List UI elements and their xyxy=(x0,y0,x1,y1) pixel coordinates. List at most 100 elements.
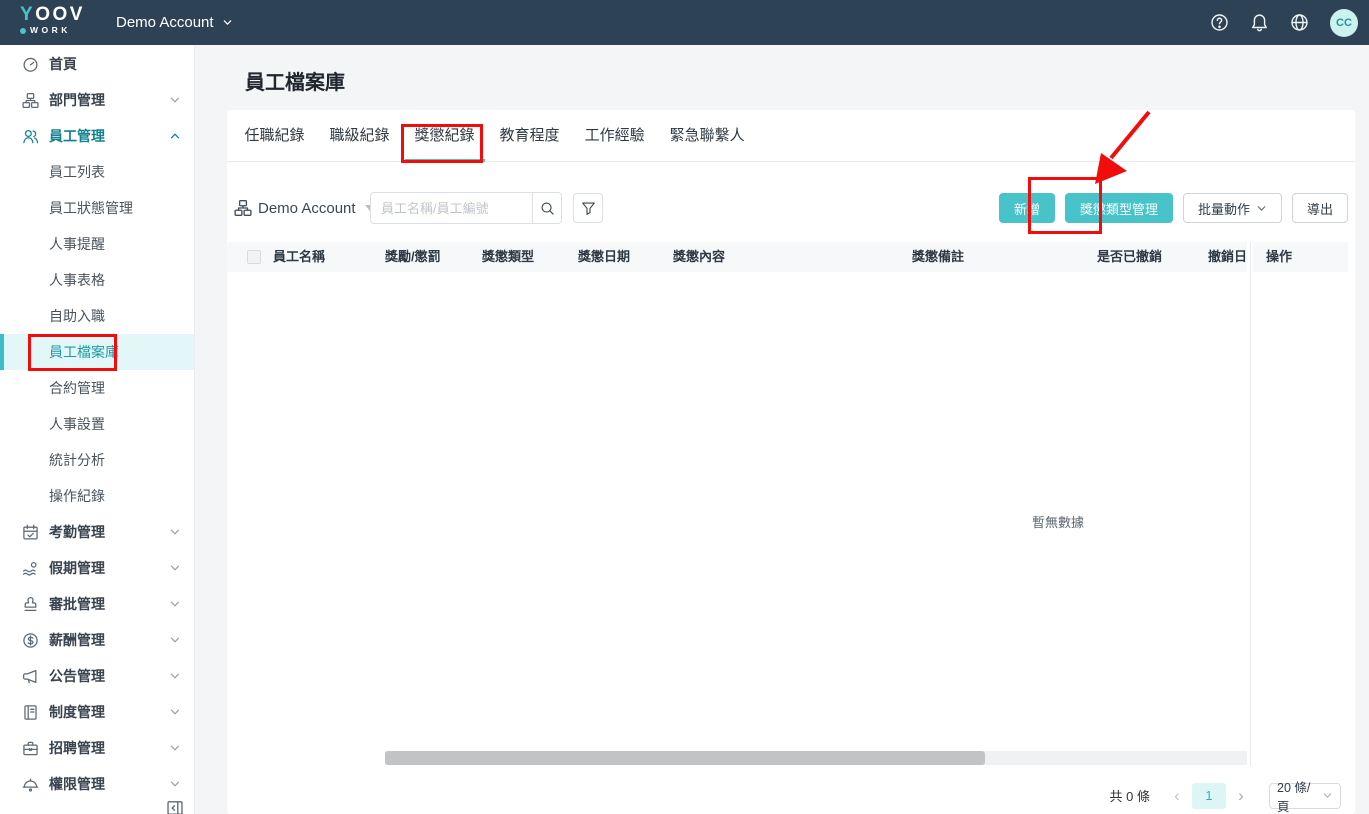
sidebar-item-home[interactable]: 首頁 xyxy=(0,46,194,82)
tab-education-level[interactable]: 教育程度 xyxy=(490,110,570,161)
help-glyph xyxy=(1210,13,1229,32)
batch-actions-button[interactable]: 批量動作 xyxy=(1183,193,1282,223)
chevron-down-icon xyxy=(169,94,181,106)
stamp-icon xyxy=(22,596,39,613)
content-card: 任職紀錄職級紀錄獎懲紀錄教育程度工作經驗緊急聯繫人 Demo Account 新… xyxy=(227,110,1355,814)
toolbar: Demo Account 新增 獎懲類型管理 批量動作 導出 xyxy=(227,190,1355,226)
tab-bar: 任職紀錄職級紀錄獎懲紀錄教育程度工作經驗緊急聯繫人 xyxy=(227,110,1355,162)
calendar-icon xyxy=(22,524,39,541)
sidebar-item-label: 薪酬管理 xyxy=(49,630,105,650)
sidebar-item-leave-management[interactable]: 假期管理 xyxy=(0,550,194,586)
column-header: 操作 xyxy=(1266,242,1292,272)
account-switcher[interactable]: Demo Account xyxy=(116,0,233,45)
sidebar-item-label: 權限管理 xyxy=(49,774,105,794)
yoov-work-logo: YOOV WORK xyxy=(20,5,85,36)
column-header: 獎懲類型 xyxy=(482,242,534,272)
sidebar-item-recruitment-management[interactable]: 招聘管理 xyxy=(0,730,194,766)
sidebar-item-label: 操作紀錄 xyxy=(49,486,105,506)
sidebar-item-employee-management[interactable]: 員工管理 xyxy=(0,118,194,154)
scope-selector[interactable]: Demo Account xyxy=(234,190,375,226)
prev-page-button[interactable]: ‹ xyxy=(1166,783,1188,808)
helmet-icon xyxy=(22,776,39,793)
sidebar-item-approval-management[interactable]: 審批管理 xyxy=(0,586,194,622)
tab-tenure-record[interactable]: 任職紀錄 xyxy=(235,110,315,161)
sidebar-item-payroll-management[interactable]: 薪酬管理 xyxy=(0,622,194,658)
sidebar-item-employee-status-management[interactable]: 員工狀態管理 xyxy=(0,190,194,226)
search-icon xyxy=(540,201,555,216)
tab-grade-record[interactable]: 職級紀錄 xyxy=(320,110,400,161)
chevron-down-icon xyxy=(1322,790,1333,801)
sidebar-item-operation-log[interactable]: 操作紀錄 xyxy=(0,478,194,514)
help-icon[interactable] xyxy=(1210,13,1229,32)
sidebar-item-policy-management[interactable]: 制度管理 xyxy=(0,694,194,730)
search-input[interactable] xyxy=(370,192,532,224)
sidebar-item-label: 首頁 xyxy=(49,54,77,74)
reward-type-management-button[interactable]: 獎懲類型管理 xyxy=(1065,193,1173,223)
collapse-glyph xyxy=(166,799,184,814)
chevron-up-icon xyxy=(169,130,181,142)
sidebar-item-employee-list[interactable]: 員工列表 xyxy=(0,154,194,190)
search-group xyxy=(370,192,562,224)
avatar[interactable]: CC xyxy=(1330,9,1358,37)
sidebar-item-label: 人事設置 xyxy=(49,414,105,434)
button-label: 新增 xyxy=(1014,199,1040,218)
globe-icon[interactable] xyxy=(1290,13,1309,32)
page-size-select[interactable]: 20 條/頁 xyxy=(1269,783,1341,809)
sidebar-item-hr-settings[interactable]: 人事設置 xyxy=(0,406,194,442)
sidebar-item-label: 招聘管理 xyxy=(49,738,105,758)
current-page[interactable]: 1 xyxy=(1192,783,1226,809)
sidebar-item-hr-forms[interactable]: 人事表格 xyxy=(0,262,194,298)
sitemap-glyph xyxy=(234,199,252,217)
page-size-value: 20 條/頁 xyxy=(1277,777,1322,814)
next-page-button[interactable]: › xyxy=(1230,783,1252,808)
sidebar-item-permission-management[interactable]: 權限管理 xyxy=(0,766,194,802)
sidebar-item-announcement-management[interactable]: 公告管理 xyxy=(0,658,194,694)
sidebar-item-self-onboarding[interactable]: 自助入職 xyxy=(0,298,194,334)
tab-reward-punishment-record[interactable]: 獎懲紀錄 xyxy=(405,110,485,161)
chevron-down-icon xyxy=(222,17,233,28)
horizontal-scrollbar-thumb[interactable] xyxy=(385,751,985,765)
app-window: YOOV WORK Demo Account CC 首頁部門管理員工管理員工列表… xyxy=(0,0,1369,814)
collapse-sidebar-icon[interactable] xyxy=(166,799,184,814)
filter-icon xyxy=(581,201,596,216)
chevron-down-icon xyxy=(169,670,181,682)
add-button[interactable]: 新增 xyxy=(999,193,1055,223)
topbar-actions: CC xyxy=(1210,0,1358,45)
sidebar-item-label: 員工狀態管理 xyxy=(49,198,133,218)
select-all-checkbox[interactable] xyxy=(247,250,261,264)
export-button[interactable]: 導出 xyxy=(1292,193,1348,223)
column-header: 員工名稱 xyxy=(273,242,325,272)
sidebar-item-label: 自助入職 xyxy=(49,306,105,326)
home-icon xyxy=(22,56,39,73)
bell-icon[interactable] xyxy=(1250,13,1269,32)
sitemap-icon xyxy=(234,199,252,217)
logo-text: YOOV xyxy=(20,5,85,25)
vacation-icon xyxy=(22,560,39,577)
sidebar-item-statistics-analysis[interactable]: 統計分析 xyxy=(0,442,194,478)
sidebar-item-hr-reminder[interactable]: 人事提醒 xyxy=(0,226,194,262)
chevron-down-icon xyxy=(169,526,181,538)
search-button[interactable] xyxy=(532,192,562,224)
sidebar-item-employee-archive[interactable]: 員工檔案庫 xyxy=(0,334,194,370)
tab-emergency-contact[interactable]: 緊急聯繫人 xyxy=(660,110,755,161)
sidebar-item-label: 統計分析 xyxy=(49,450,105,470)
chevron-down-icon xyxy=(169,706,181,718)
column-header: 是否已撤銷 xyxy=(1097,242,1162,272)
filter-button[interactable] xyxy=(573,193,603,223)
sidebar-item-label: 人事表格 xyxy=(49,270,105,290)
book-icon xyxy=(22,704,39,721)
sidebar-item-label: 公告管理 xyxy=(49,666,105,686)
pagination: 共 0 條 ‹ 1 › 20 條/頁 xyxy=(1110,782,1341,809)
page-title: 員工檔案庫 xyxy=(245,66,345,95)
button-label: 批量動作 xyxy=(1198,199,1250,218)
tab-work-experience[interactable]: 工作經驗 xyxy=(575,110,655,161)
department-icon xyxy=(22,92,39,109)
table-header-fixed: 操作 xyxy=(1253,242,1348,272)
sidebar-item-contract-management[interactable]: 合約管理 xyxy=(0,370,194,406)
sidebar: 首頁部門管理員工管理員工列表員工狀態管理人事提醒人事表格自助入職員工檔案庫合約管… xyxy=(0,45,195,814)
sidebar-item-attendance-management[interactable]: 考勤管理 xyxy=(0,514,194,550)
column-header: 獎勵/懲罰 xyxy=(385,242,441,272)
sidebar-item-department-management[interactable]: 部門管理 xyxy=(0,82,194,118)
logo-dot-icon xyxy=(20,28,26,34)
sidebar-item-label: 審批管理 xyxy=(49,594,105,614)
